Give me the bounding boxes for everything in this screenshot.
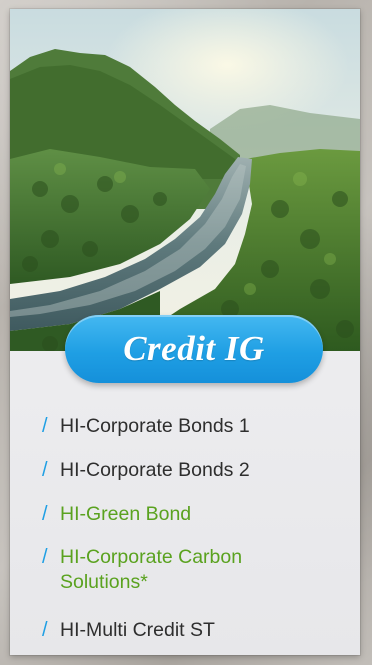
- list-item: / HI-Green Bond: [42, 502, 191, 527]
- fund-name: HI-Corporate Bonds 1: [60, 415, 250, 437]
- slash-bullet-icon: /: [42, 415, 48, 437]
- list-item: / HI-Corporate Bonds 2: [42, 458, 250, 483]
- list-item: / HI-Corporate Carbon Solutions*: [42, 545, 330, 595]
- slash-bullet-icon: /: [42, 503, 48, 525]
- category-title: Credit IG: [123, 329, 265, 368]
- slash-bullet-icon: /: [42, 459, 48, 481]
- category-pill: Credit IG: [65, 315, 323, 383]
- fund-name: HI-Green Bond: [60, 503, 192, 525]
- fund-name: HI-Corporate Carbon Solutions*: [60, 546, 243, 593]
- list-item: / HI-Corporate Bonds 1: [42, 414, 250, 439]
- slash-bullet-icon: /: [42, 619, 48, 641]
- product-card: Credit IG / HI-Corporate Bonds 1 / HI-Co…: [10, 9, 360, 655]
- slash-bullet-icon: /: [42, 546, 48, 568]
- landscape-image: [10, 9, 360, 351]
- list-item: / HI-Multi Credit ST: [42, 618, 215, 643]
- fund-name: HI-Corporate Bonds 2: [60, 459, 250, 481]
- fund-name: HI-Multi Credit ST: [60, 619, 215, 641]
